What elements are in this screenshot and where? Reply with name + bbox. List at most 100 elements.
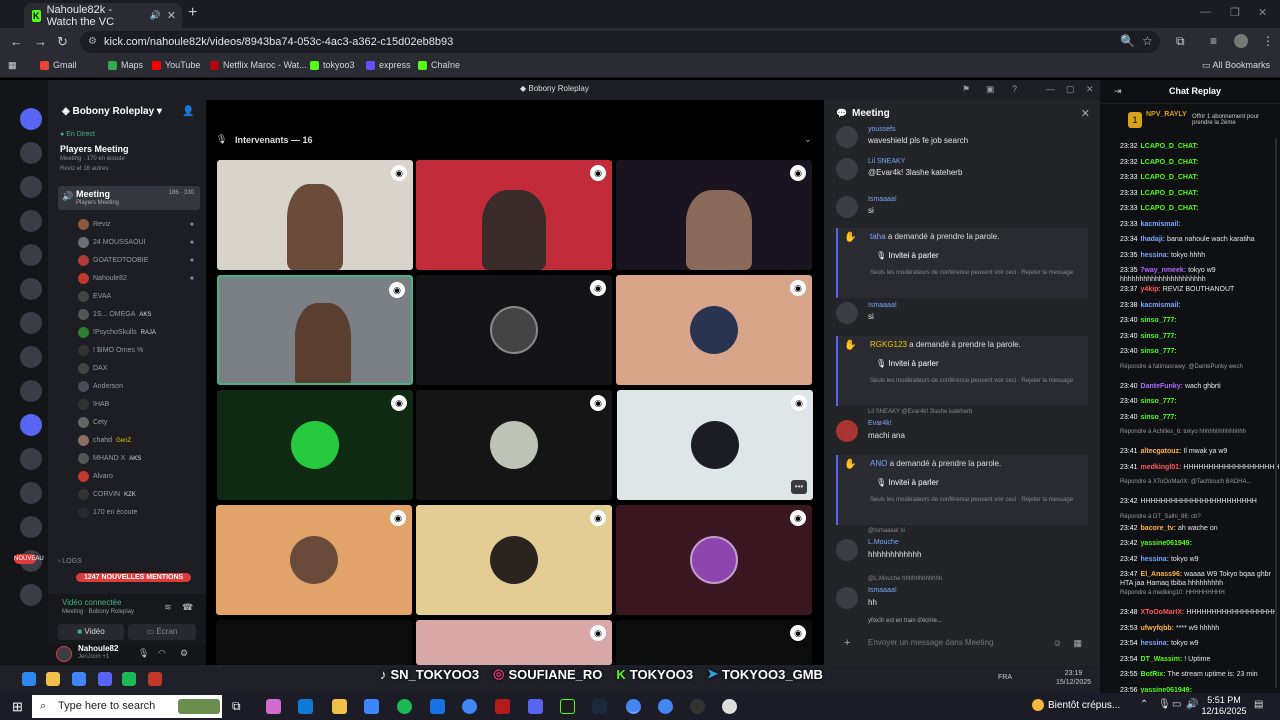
voice-member[interactable]: ! $IMO Ornes % xyxy=(78,345,143,356)
avatar-tile[interactable]: ◉ ••• xyxy=(617,390,813,500)
video-tile-speaking[interactable]: ◉ xyxy=(217,275,413,385)
task-view-icon[interactable]: ⧉ xyxy=(232,699,247,714)
voice-member[interactable]: DAX xyxy=(78,363,107,374)
voice-member[interactable]: CORVIN KZK xyxy=(78,489,136,500)
voice-member[interactable]: 1S... OMEGA AKS xyxy=(78,309,151,320)
chat-username[interactable]: yassine061949: xyxy=(1141,540,1192,547)
windows-start-icon[interactable]: ⊞ xyxy=(12,699,23,715)
chat-username[interactable]: 7way_nmeek: xyxy=(1141,267,1187,274)
inbox-icon[interactable]: ▣ xyxy=(986,84,995,95)
chat-username[interactable]: sinso_777: xyxy=(1141,333,1177,340)
chat-username[interactable]: LCAPO_D_CHAT: xyxy=(1141,190,1199,197)
voice-member[interactable]: IHAB xyxy=(78,399,109,410)
news-widget-icon[interactable] xyxy=(178,699,220,714)
video-tile[interactable]: ◉ xyxy=(616,160,812,270)
pin-icon[interactable]: ◉ xyxy=(590,510,606,526)
chevron-down-icon[interactable]: ⌄ xyxy=(804,134,812,145)
new-mentions-badge[interactable]: 1247 NOUVELLES MENTIONS xyxy=(76,573,192,582)
avatar-tile[interactable]: ◉ xyxy=(416,620,612,665)
disconnect-icon[interactable]: ☎ xyxy=(182,602,193,613)
bookmark-chaine[interactable]: Chaîne xyxy=(418,60,460,70)
chat-username[interactable]: kacmismail: xyxy=(1141,302,1181,309)
volume-icon[interactable]: 🔊 xyxy=(1186,699,1198,710)
server-icon[interactable] xyxy=(20,142,42,164)
chat-username[interactable]: sinso_777: xyxy=(1141,414,1177,421)
microphone-icon[interactable]: 🎙 xyxy=(138,648,149,659)
chat-username[interactable]: DanteFunky: xyxy=(1141,383,1183,390)
chat-message-input[interactable]: + Envoyer un message dans Meeting ☺ ▦ xyxy=(836,633,1088,653)
close-window-icon[interactable]: ✕ xyxy=(1086,84,1094,95)
apps-icon[interactable]: ▦ xyxy=(1073,633,1082,653)
chat-username[interactable]: bacore_tv: xyxy=(1141,525,1176,532)
menu-icon[interactable]: ⋮ xyxy=(1262,34,1274,48)
voice-member[interactable]: Alvaro xyxy=(78,471,113,482)
chat-username[interactable]: LCAPO_D_CHAT: xyxy=(1141,205,1199,212)
avatar-tile[interactable] xyxy=(216,620,412,665)
browser-tab[interactable]: K Nahoule82k - Watch the VC 🔊 ✕ xyxy=(24,3,182,28)
bookmark-tokyoo3[interactable]: tokyoo3 xyxy=(310,60,355,70)
zoom-icon[interactable]: 🔍 xyxy=(1120,34,1135,48)
forward-icon[interactable]: → xyxy=(34,34,47,49)
pin-icon[interactable]: ◉ xyxy=(790,165,806,181)
help-icon[interactable]: ? xyxy=(1012,84,1017,94)
server-icon[interactable] xyxy=(20,448,42,470)
server-name[interactable]: ◈ Bobony Roleplay ▾ xyxy=(62,106,162,117)
spotify-icon[interactable] xyxy=(397,699,412,714)
pin-icon[interactable]: ◉ xyxy=(790,510,806,526)
pin-icon[interactable]: ◉ xyxy=(790,625,806,641)
steam-icon[interactable] xyxy=(592,699,607,714)
close-icon[interactable]: ✕ xyxy=(1081,107,1090,120)
reload-icon[interactable]: ↻ xyxy=(57,34,68,50)
voice-member[interactable]: 24 MOUSSAOUI ■ xyxy=(78,237,194,248)
server-icon[interactable] xyxy=(20,278,42,300)
discord-home-icon[interactable] xyxy=(20,108,42,130)
site-info-icon[interactable]: ⚙ xyxy=(88,31,97,53)
server-icon[interactable] xyxy=(20,516,42,538)
microphone-icon[interactable]: 🎙 xyxy=(1158,699,1171,710)
pin-icon[interactable]: ◉ xyxy=(390,510,406,526)
avatar-tile[interactable]: ◉ xyxy=(416,505,612,615)
network-icon[interactable]: ▭ xyxy=(1172,699,1181,710)
bookmark-netflix[interactable]: Netflix Maroc - Wat... xyxy=(210,60,307,70)
avatar-tile[interactable]: ◉ xyxy=(416,275,612,385)
tray-chevron-icon[interactable]: ⌃ xyxy=(1140,699,1148,710)
stream-video[interactable]: NOUVEAU ◈ Bobony Roleplay ▾ 👤 ● En Direc… xyxy=(0,80,1100,665)
pin-icon[interactable]: ◉ xyxy=(590,625,606,641)
live-title[interactable]: Players Meeting xyxy=(60,144,129,154)
close-tab-icon[interactable]: ✕ xyxy=(167,9,176,22)
avatar[interactable] xyxy=(56,646,72,662)
back-icon[interactable]: ← xyxy=(10,34,23,49)
close-window-icon[interactable]: ✕ xyxy=(1258,6,1267,19)
app-icon[interactable] xyxy=(690,699,705,714)
chrome-icon[interactable] xyxy=(462,699,477,714)
voice-member[interactable]: GOATEDTOOBIE ■ xyxy=(78,255,194,266)
notifications-icon[interactable]: ▤ xyxy=(1254,699,1263,710)
emoji-icon[interactable]: ☺ xyxy=(1053,633,1062,653)
chat-username[interactable]: medkingl01: xyxy=(1141,464,1182,471)
reading-list-icon[interactable]: ≡ xyxy=(1210,34,1217,48)
noise-suppression-icon[interactable]: ≋ xyxy=(164,602,172,613)
voice-member[interactable]: MHAND X AKS xyxy=(78,453,141,464)
invite-to-speak-button[interactable]: 🎙 Invitei à parler xyxy=(876,475,956,491)
channel-meeting[interactable]: 🔊 Meeting Players Meeting 186 · 330 xyxy=(58,186,200,210)
pin-icon[interactable]: ◉ xyxy=(790,280,806,296)
address-bar[interactable]: ⚙ kick.com/nahoule82k/videos/8943ba74-05… xyxy=(80,31,1160,53)
chat-username[interactable]: sinso_777: xyxy=(1141,348,1177,355)
chat-username[interactable]: y4kip: xyxy=(1141,286,1161,293)
voice-member[interactable]: !PsychoSkulls RAJA xyxy=(78,327,156,338)
chat-username[interactable]: El_Anass96: xyxy=(1141,571,1183,578)
file-explorer-icon[interactable] xyxy=(332,699,347,714)
profile-avatar[interactable] xyxy=(1234,34,1248,48)
chat-username[interactable]: LCAPO_D_CHAT: xyxy=(1141,143,1199,150)
chat-username[interactable]: Ihadaji: xyxy=(1141,236,1166,243)
minimize-icon[interactable]: — xyxy=(1046,84,1055,94)
server-icon[interactable] xyxy=(20,584,42,606)
pin-icon[interactable]: ◉ xyxy=(590,280,606,296)
pin-icon[interactable]: ◉ xyxy=(590,395,606,411)
avatar-tile[interactable]: ◉ xyxy=(217,390,413,500)
copilot-icon[interactable] xyxy=(266,699,281,714)
voice-member[interactable]: Reviz ■ xyxy=(78,219,194,230)
avatar-tile[interactable]: ◉ xyxy=(616,620,812,665)
chat-username[interactable]: hessina: xyxy=(1141,252,1169,259)
add-member-icon[interactable]: 👤 xyxy=(182,106,194,117)
